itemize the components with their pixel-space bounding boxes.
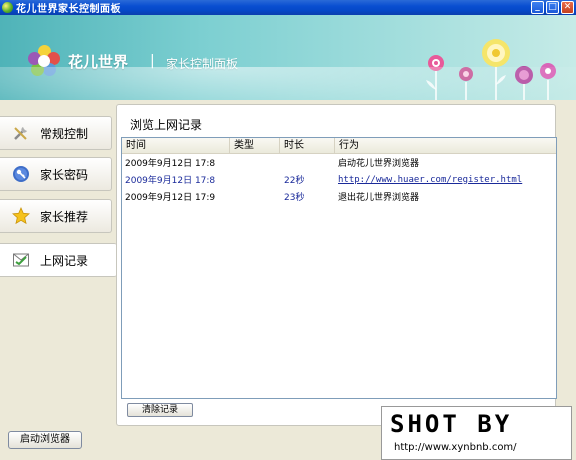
- sidebar-item-parent-recommend[interactable]: 家长推荐: [0, 199, 112, 233]
- sidebar: [0, 100, 116, 460]
- window-title: 花儿世界家长控制面板: [16, 4, 121, 15]
- title-bar: 花儿世界家长控制面板 _ □ ✕: [0, 0, 576, 15]
- column-header-action[interactable]: 行为: [335, 138, 556, 153]
- cell-time: 2009年9月12日 17:8: [125, 159, 216, 169]
- maximize-button[interactable]: □: [546, 1, 559, 14]
- cell-action: 退出花儿世界浏览器: [338, 193, 420, 203]
- sidebar-item-label: 上网记录: [40, 253, 89, 268]
- column-header-duration[interactable]: 时长: [280, 138, 335, 153]
- tools-icon: [14, 127, 27, 140]
- table-row[interactable]: 2009年9月12日 17:8 22秒 http://www.huaer.com…: [122, 171, 556, 188]
- page-title: 浏览上网记录: [130, 118, 203, 132]
- watermark-url: http://www.xynbnb.com/: [394, 442, 517, 453]
- key-icon: [13, 166, 29, 182]
- column-header-type[interactable]: 类型: [230, 138, 280, 153]
- brand-name: 花儿世界: [68, 53, 129, 71]
- close-button[interactable]: ✕: [561, 1, 574, 14]
- table-row[interactable]: 2009年9月12日 17:8 启动花儿世界浏览器: [122, 154, 556, 171]
- header-separator: |: [150, 53, 155, 69]
- header-banner: 花儿世界 | 家长控制面板: [0, 15, 576, 100]
- cell-time: 2009年9月12日 17:9: [125, 193, 216, 203]
- table-row[interactable]: 2009年9月12日 17:9 23秒 退出花儿世界浏览器: [122, 188, 556, 205]
- sidebar-item-label: 家长推荐: [40, 209, 89, 224]
- cell-action-link[interactable]: http://www.huaer.com/register.html: [335, 175, 556, 185]
- cell-duration: 22秒: [284, 176, 305, 186]
- minimize-button[interactable]: _: [531, 1, 544, 14]
- sidebar-item-label: 常规控制: [40, 126, 89, 141]
- table-header: 时间 类型 时长 行为: [122, 138, 556, 154]
- cell-duration: 23秒: [284, 193, 305, 203]
- flower-logo-icon: [28, 45, 60, 77]
- log-icon: [13, 253, 29, 267]
- clear-log-button[interactable]: 清除记录: [127, 403, 193, 417]
- column-header-time[interactable]: 时间: [122, 138, 230, 153]
- star-icon: [12, 207, 30, 225]
- browsing-log-table[interactable]: 时间 类型 时长 行为 2009年9月12日 17:8 启动花儿世界浏览器 20…: [121, 137, 557, 399]
- cell-action: 启动花儿世界浏览器: [338, 159, 420, 169]
- app-icon: [2, 2, 13, 13]
- sidebar-item-browsing-log[interactable]: 上网记录: [0, 243, 117, 277]
- sidebar-item-label: 家长密码: [40, 167, 89, 182]
- watermark-title: SHOT BY: [390, 410, 513, 438]
- decorative-flowers-icon: [426, 39, 556, 100]
- page-subtitle: 家长控制面板: [166, 57, 239, 71]
- watermark: SHOT BY http://www.xynbnb.com/: [381, 406, 572, 460]
- launch-browser-button[interactable]: 启动浏览器: [8, 431, 82, 449]
- cell-time: 2009年9月12日 17:8: [125, 176, 216, 186]
- sidebar-item-general-control[interactable]: 常规控制: [0, 116, 112, 150]
- sidebar-item-parent-password[interactable]: 家长密码: [0, 157, 112, 191]
